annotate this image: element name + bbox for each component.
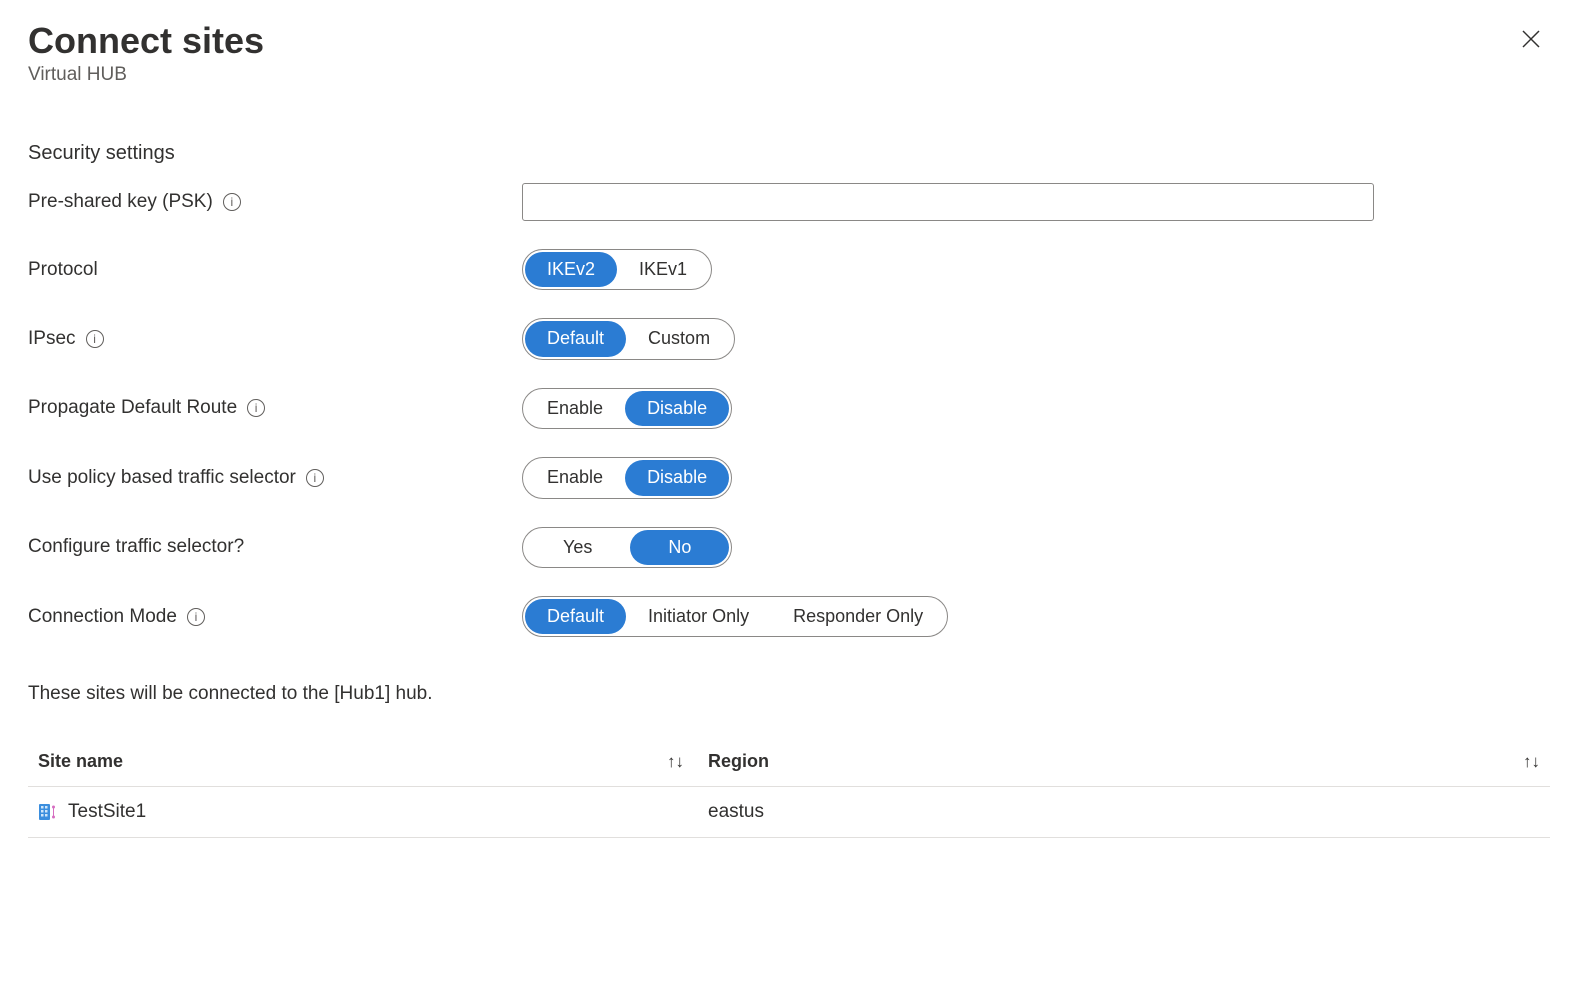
ipsec-toggle: Default Custom: [522, 318, 735, 359]
close-button[interactable]: [1512, 20, 1550, 58]
connection-mode-label: Connection Mode: [28, 606, 177, 628]
site-region-cell: eastus: [708, 801, 764, 823]
sort-icon[interactable]: ↑↓: [667, 752, 684, 772]
section-title: Security settings: [28, 142, 1550, 165]
configure-selector-option-no[interactable]: No: [630, 530, 729, 565]
row-connection-mode: Connection Mode i Default Initiator Only…: [28, 596, 1550, 637]
row-protocol: Protocol IKEv2 IKEv1: [28, 249, 1550, 290]
configure-selector-option-yes[interactable]: Yes: [525, 530, 630, 565]
info-icon[interactable]: i: [247, 399, 265, 417]
propagate-option-disable[interactable]: Disable: [625, 391, 729, 426]
info-icon[interactable]: i: [223, 193, 241, 211]
protocol-option-ikev1[interactable]: IKEv1: [617, 252, 709, 287]
policy-selector-option-disable[interactable]: Disable: [625, 460, 729, 495]
sort-icon[interactable]: ↑↓: [1523, 752, 1540, 772]
psk-label: Pre-shared key (PSK): [28, 191, 213, 213]
psk-input[interactable]: [522, 183, 1374, 221]
site-icon: [38, 802, 58, 822]
policy-selector-toggle: Enable Disable: [522, 457, 732, 498]
propagate-label: Propagate Default Route: [28, 397, 237, 419]
col-header-site-name[interactable]: Site name: [38, 751, 123, 772]
row-policy-selector: Use policy based traffic selector i Enab…: [28, 457, 1550, 498]
close-icon: [1520, 28, 1542, 50]
page-subtitle: Virtual HUB: [28, 64, 264, 86]
policy-selector-label: Use policy based traffic selector: [28, 467, 296, 489]
table-row[interactable]: TestSite1 eastus: [28, 787, 1550, 838]
sites-table: Site name ↑↓ Region ↑↓: [28, 737, 1550, 838]
policy-selector-option-enable[interactable]: Enable: [525, 460, 625, 495]
site-name-cell: TestSite1: [68, 801, 146, 823]
connection-mode-option-default[interactable]: Default: [525, 599, 626, 634]
row-ipsec: IPsec i Default Custom: [28, 318, 1550, 359]
row-psk: Pre-shared key (PSK) i: [28, 183, 1550, 221]
propagate-toggle: Enable Disable: [522, 388, 732, 429]
protocol-toggle: IKEv2 IKEv1: [522, 249, 712, 290]
col-header-region[interactable]: Region: [708, 751, 769, 772]
protocol-option-ikev2[interactable]: IKEv2: [525, 252, 617, 287]
protocol-label: Protocol: [28, 259, 98, 281]
configure-selector-toggle: Yes No: [522, 527, 732, 568]
propagate-option-enable[interactable]: Enable: [525, 391, 625, 426]
info-icon[interactable]: i: [187, 608, 205, 626]
page-title: Connect sites: [28, 20, 264, 62]
info-icon[interactable]: i: [306, 469, 324, 487]
ipsec-option-custom[interactable]: Custom: [626, 321, 732, 356]
configure-selector-label: Configure traffic selector?: [28, 536, 244, 558]
ipsec-option-default[interactable]: Default: [525, 321, 626, 356]
hub-note: These sites will be connected to the [Hu…: [28, 683, 1550, 705]
ipsec-label: IPsec: [28, 328, 76, 350]
row-configure-selector: Configure traffic selector? Yes No: [28, 527, 1550, 568]
row-propagate: Propagate Default Route i Enable Disable: [28, 388, 1550, 429]
connection-mode-option-responder[interactable]: Responder Only: [771, 599, 945, 634]
connection-mode-toggle: Default Initiator Only Responder Only: [522, 596, 948, 637]
info-icon[interactable]: i: [86, 330, 104, 348]
connection-mode-option-initiator[interactable]: Initiator Only: [626, 599, 771, 634]
